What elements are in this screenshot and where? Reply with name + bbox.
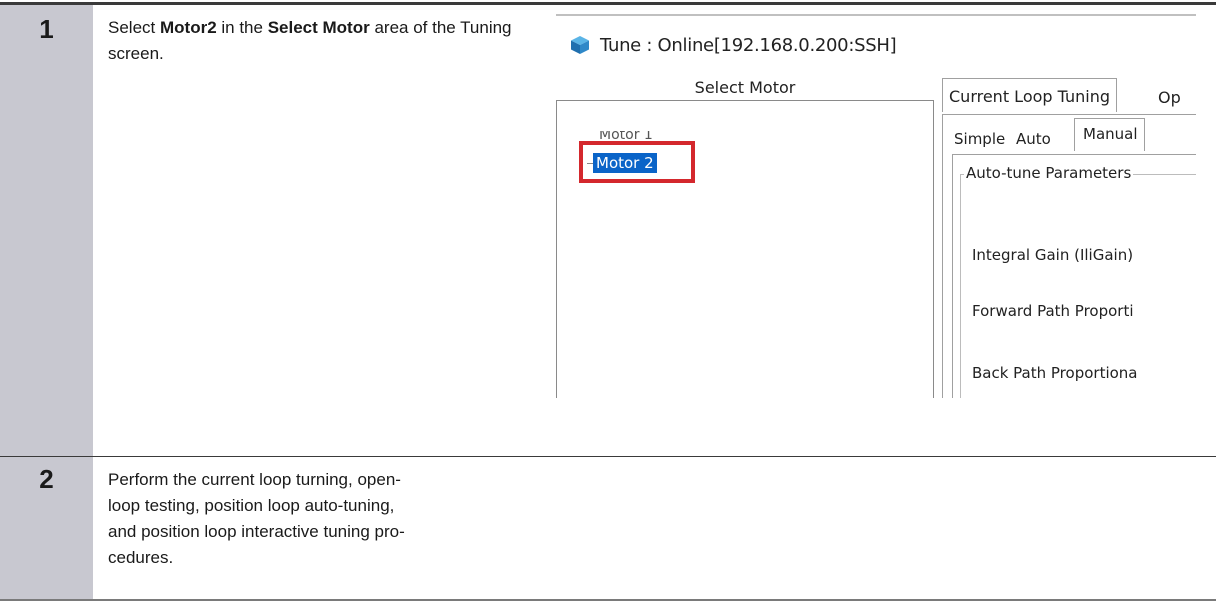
tab-op[interactable]: Op [1158,88,1181,107]
motor2-emphasis: Motor2 [159,18,217,37]
step-divider [0,456,1216,457]
param-integral-gain: Integral Gain (IliGain) [972,246,1134,264]
subtab-manual[interactable]: Manual [1074,118,1145,151]
param-forward-path: Forward Path Proporti [972,302,1134,320]
window-title: Tune : Online[192.168.0.200:SSH] [600,34,897,56]
top-rule [0,2,1216,5]
motor-tree: Motor 1 Motor 2 [556,100,934,398]
tree-item-motor-1[interactable]: Motor 1 [599,131,653,139]
param-back-path: Back Path Proportiona [972,364,1138,382]
step-2-number: 2 [39,464,54,494]
step-1-text: Select Motor2 in the Select Motor area o… [108,18,512,63]
tab-current-loop-tuning[interactable]: Current Loop Tuning [942,78,1117,112]
highlight-box [579,141,695,183]
subtab-simple[interactable]: Simple [954,130,1005,148]
select-motor-emphasis: Select Motor [267,18,370,37]
window-title-bar: Tune : Online[192.168.0.200:SSH] [556,30,897,60]
select-motor-header: Select Motor [694,78,796,97]
tuning-screenshot: Tune : Online[192.168.0.200:SSH] Select … [556,14,1196,398]
step-2-text: Perform the current loop turning, open- … [108,470,405,567]
step-1-column [0,5,93,456]
auto-tune-group-label: Auto-tune Parameters [964,164,1134,182]
screenshot-border [556,14,1196,16]
cube-icon [571,36,589,54]
subtab-auto[interactable]: Auto [1016,130,1051,148]
step-1-number: 1 [39,14,54,44]
